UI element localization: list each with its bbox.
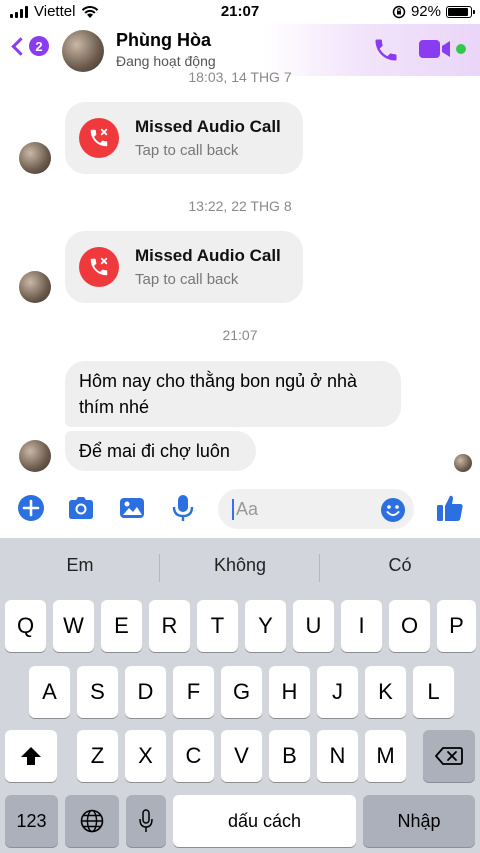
- suggestion-item[interactable]: Có: [320, 555, 480, 576]
- chevron-left-icon: [11, 36, 30, 56]
- video-call-icon[interactable]: [418, 37, 452, 61]
- battery-percent: 92%: [410, 3, 441, 20]
- text-caret: [232, 499, 234, 520]
- key-h[interactable]: H: [269, 666, 310, 718]
- key-g[interactable]: G: [221, 666, 262, 718]
- contact-avatar[interactable]: [62, 30, 104, 72]
- backspace-icon: [435, 747, 463, 765]
- globe-icon: [80, 809, 104, 833]
- battery-icon: [446, 5, 475, 18]
- microphone-icon[interactable]: [170, 494, 196, 522]
- shift-arrow-icon: [21, 747, 41, 765]
- space-key[interactable]: dấu cách: [173, 795, 356, 847]
- backspace-key[interactable]: [423, 730, 475, 782]
- key-j[interactable]: J: [317, 666, 358, 718]
- key-o[interactable]: O: [389, 600, 430, 652]
- sender-avatar[interactable]: [19, 440, 51, 472]
- key-m[interactable]: M: [365, 730, 406, 782]
- numbers-key[interactable]: 123: [5, 795, 58, 847]
- plus-icon[interactable]: [17, 494, 45, 522]
- key-x[interactable]: X: [125, 730, 166, 782]
- key-r[interactable]: R: [149, 600, 190, 652]
- key-b[interactable]: B: [269, 730, 310, 782]
- message-input[interactable]: Aa: [218, 489, 414, 529]
- key-k[interactable]: K: [365, 666, 406, 718]
- like-thumbs-up-icon[interactable]: [436, 493, 464, 523]
- message-bubble[interactable]: Để mai đi chợ luôn: [65, 431, 256, 471]
- online-indicator: [456, 44, 466, 54]
- sender-avatar[interactable]: [19, 142, 51, 174]
- key-w[interactable]: W: [53, 600, 94, 652]
- call-subtitle: Tap to call back: [135, 271, 239, 288]
- contact-status: Đang hoạt động: [116, 53, 216, 69]
- dictation-key[interactable]: [126, 795, 166, 847]
- call-title: Missed Audio Call: [135, 117, 281, 136]
- key-y[interactable]: Y: [245, 600, 286, 652]
- audio-call-icon[interactable]: [372, 36, 400, 64]
- sender-avatar[interactable]: [19, 271, 51, 303]
- key-e[interactable]: E: [101, 600, 142, 652]
- message-bubble[interactable]: Hôm nay cho thằng bon ngủ ở nhà thím nhé: [65, 361, 401, 427]
- key-i[interactable]: I: [341, 600, 382, 652]
- suggestion-item[interactable]: Không: [160, 555, 320, 576]
- key-z[interactable]: Z: [77, 730, 118, 782]
- back-button[interactable]: 2: [11, 36, 49, 56]
- status-bar: Viettel 21:07 92%: [0, 0, 480, 24]
- message-composer: Aa: [0, 484, 480, 538]
- key-l[interactable]: L: [413, 666, 454, 718]
- gallery-icon[interactable]: [118, 494, 146, 522]
- key-p[interactable]: P: [437, 600, 476, 652]
- key-n[interactable]: N: [317, 730, 358, 782]
- contact-name[interactable]: Phùng Hòa: [116, 30, 211, 51]
- key-q[interactable]: Q: [5, 600, 46, 652]
- key-a[interactable]: A: [29, 666, 70, 718]
- microphone-icon: [139, 809, 153, 832]
- key-t[interactable]: T: [197, 600, 238, 652]
- camera-icon[interactable]: [66, 494, 96, 522]
- keyboard: Em Không Có Q W E R T Y U I O P A S D F …: [0, 538, 480, 853]
- key-c[interactable]: C: [173, 730, 214, 782]
- return-key[interactable]: Nhập: [363, 795, 475, 847]
- timestamp: 18:03, 14 THG 7: [188, 69, 292, 85]
- missed-call-card[interactable]: Missed Audio Call Tap to call back: [65, 102, 303, 174]
- call-subtitle: Tap to call back: [135, 142, 239, 159]
- missed-call-card[interactable]: Missed Audio Call Tap to call back: [65, 231, 303, 303]
- suggestion-bar: Em Không Có: [0, 538, 480, 590]
- orientation-lock-icon: [392, 5, 406, 18]
- shift-key[interactable]: [5, 730, 57, 782]
- missed-call-icon: [79, 118, 119, 158]
- seen-indicator-avatar: [454, 454, 472, 472]
- key-u[interactable]: U: [293, 600, 334, 652]
- key-d[interactable]: D: [125, 666, 166, 718]
- missed-call-icon: [79, 247, 119, 287]
- key-f[interactable]: F: [173, 666, 214, 718]
- key-s[interactable]: S: [77, 666, 118, 718]
- timestamp: 21:07: [222, 327, 258, 343]
- call-title: Missed Audio Call: [135, 246, 281, 265]
- suggestion-item[interactable]: Em: [0, 555, 160, 576]
- unread-count-badge: 2: [29, 36, 49, 56]
- emoji-icon[interactable]: [380, 497, 406, 523]
- key-v[interactable]: V: [221, 730, 262, 782]
- globe-key[interactable]: [65, 795, 119, 847]
- timestamp: 13:22, 22 THG 8: [188, 198, 292, 214]
- message-placeholder: Aa: [236, 499, 259, 519]
